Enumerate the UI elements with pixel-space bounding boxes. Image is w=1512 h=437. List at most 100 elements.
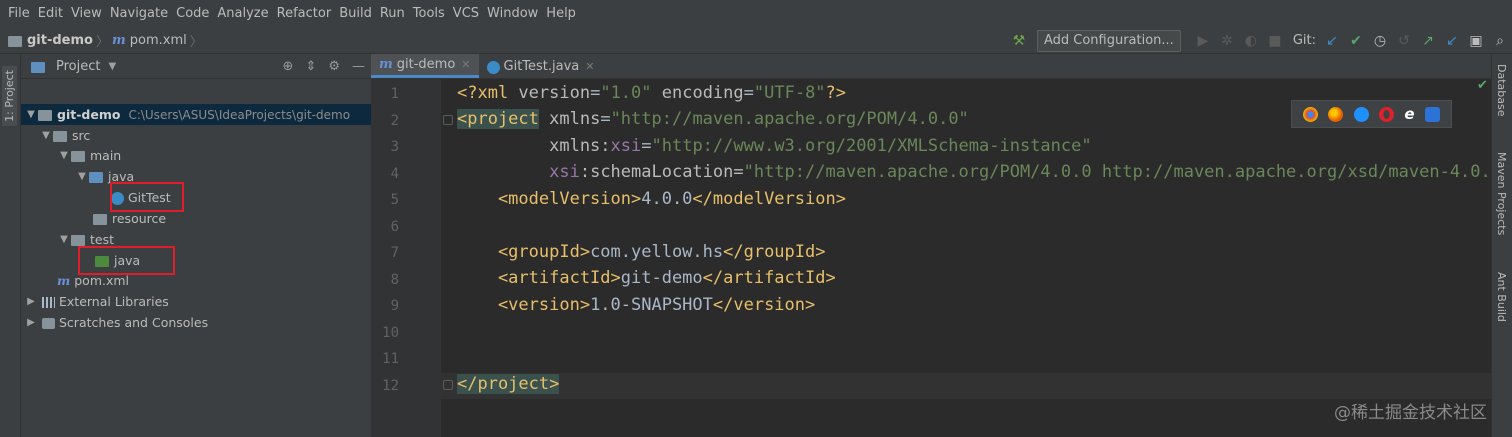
tree-label-pom: pom.xml	[74, 273, 130, 288]
run-icon[interactable]: ▶	[1192, 30, 1214, 52]
maven-icon: m	[112, 32, 126, 48]
tree-label-resource: resource	[112, 211, 167, 226]
safari-icon[interactable]	[1353, 106, 1369, 122]
expand-arrow-icon[interactable]: ▼	[75, 171, 89, 182]
git-pull-icon[interactable]: ↙	[1441, 30, 1463, 52]
line-number: 1	[390, 86, 399, 102]
debug-icon[interactable]: ✲	[1216, 30, 1238, 52]
internet-explorer-icon[interactable]: e	[1404, 105, 1414, 123]
expand-arrow-icon[interactable]: ▼	[39, 130, 53, 141]
code-editor[interactable]: 1 2 3 4 5 6 7 8 9 10 11 12 <?xml version…	[371, 79, 1491, 437]
editor-tab-bar: m git-demo ✕ GitTest.java ✕	[371, 54, 1491, 79]
tree-node-root[interactable]: ▼ git-demo C:\Users\ASUS\IdeaProjects\gi…	[21, 104, 371, 125]
menu-help[interactable]: Help	[542, 6, 580, 21]
code-line-9: <version>1.0-SNAPSHOT</version>	[457, 295, 816, 315]
add-configuration-button[interactable]: Add Configuration...	[1036, 29, 1181, 52]
menu-run[interactable]: Run	[376, 6, 409, 21]
tab-gittest-label: GitTest.java	[503, 58, 580, 74]
expand-arrow-icon[interactable]: ▶	[24, 296, 38, 307]
fold-marker-icon[interactable]	[443, 115, 453, 125]
caret-line-highlight	[441, 373, 1491, 399]
code-line-2: <project xmlns="http://maven.apache.org/…	[457, 109, 969, 129]
breadcrumb-separator-icon: 〉	[189, 34, 203, 50]
build-hammer-icon[interactable]: ⚒	[1008, 30, 1030, 52]
project-structure-icon[interactable]: ▣	[1465, 30, 1487, 52]
maven-icon: m	[57, 273, 71, 288]
expand-arrow-icon[interactable]: ▼	[57, 150, 71, 161]
project-view-selector[interactable]: Project	[56, 59, 100, 74]
collapse-all-icon[interactable]: ⇕	[305, 59, 316, 74]
database-tool-window-tab[interactable]: Database	[1495, 64, 1508, 117]
code-line-1: <?xml version="1.0" encoding="UTF-8"?>	[457, 83, 847, 103]
folder-icon	[93, 214, 107, 225]
gear-icon[interactable]: ⚙	[328, 59, 340, 74]
opera-icon[interactable]	[1379, 106, 1395, 122]
menu-refactor[interactable]: Refactor	[273, 6, 336, 21]
menu-edit[interactable]: Edit	[34, 6, 67, 21]
menu-file[interactable]: File	[4, 6, 34, 21]
tree-node-src[interactable]: ▼ src	[39, 125, 90, 146]
tree-node-main[interactable]: ▼ main	[57, 145, 121, 166]
code-line-3: xmlns:xsi="http://www.w3.org/2001/XMLSch…	[457, 136, 1092, 156]
menu-tools[interactable]: Tools	[409, 6, 449, 21]
expand-arrow-icon[interactable]: ▶	[24, 317, 38, 328]
tree-node-scratches[interactable]: ▶ Scratches and Consoles	[24, 312, 208, 333]
line-number: 3	[390, 139, 399, 155]
coverage-icon[interactable]: ◐	[1240, 30, 1262, 52]
menu-window[interactable]: Window	[483, 6, 542, 21]
git-label: Git:	[1292, 33, 1316, 48]
line-number: 10	[382, 325, 399, 341]
line-number: 7	[390, 245, 399, 261]
tree-node-external-libraries[interactable]: ▶ External Libraries	[24, 291, 169, 312]
breadcrumb-separator-icon: 〉	[95, 34, 109, 50]
expand-arrow-icon[interactable]: ▼	[57, 234, 71, 245]
git-push-icon[interactable]: ↗	[1417, 30, 1439, 52]
close-icon[interactable]: ✕	[585, 60, 594, 73]
git-history-icon[interactable]: ◷	[1369, 30, 1391, 52]
maven-projects-tool-window-tab[interactable]: Maven Projects	[1495, 152, 1508, 235]
chevron-down-icon[interactable]: ▼	[108, 61, 116, 72]
watermark: @稀土掘金技术社区	[1334, 403, 1487, 423]
line-number: 4	[390, 166, 399, 182]
search-icon[interactable]: ⌕	[1489, 30, 1511, 52]
tree-label-main: main	[90, 148, 122, 163]
fold-marker-icon[interactable]	[443, 380, 453, 390]
stop-icon[interactable]: ■	[1264, 30, 1286, 52]
folder-icon	[8, 35, 22, 47]
code-line-7: <groupId>com.yellow.hs</groupId>	[457, 242, 826, 262]
main-toolbar: ⚒ Add Configuration... ▶ ✲ ◐ ■ Git: ↙ ✔ …	[1007, 27, 1512, 54]
git-commit-icon[interactable]: ✔	[1345, 30, 1367, 52]
hide-icon[interactable]: —	[352, 59, 365, 74]
expand-arrow-icon[interactable]: ▼	[24, 109, 38, 120]
chrome-icon[interactable]	[1303, 106, 1319, 122]
menu-view[interactable]: View	[67, 6, 106, 21]
ant-build-tool-window-tab[interactable]: Ant Build	[1495, 272, 1508, 322]
git-update-icon[interactable]: ↙	[1321, 30, 1343, 52]
locate-icon[interactable]: ⊕	[283, 59, 294, 74]
tab-pom[interactable]: m git-demo ✕	[371, 54, 479, 78]
git-rollback-icon[interactable]: ↺	[1393, 30, 1415, 52]
menu-vcs[interactable]: VCS	[449, 6, 483, 21]
menu-code[interactable]: Code	[172, 6, 213, 21]
menu-navigate[interactable]: Navigate	[106, 6, 172, 21]
browser-launcher-popup: e	[1291, 100, 1452, 128]
menu-analyze[interactable]: Analyze	[213, 6, 272, 21]
tree-label-src: src	[72, 128, 91, 143]
project-tool-window-tab[interactable]: 1: Project	[2, 66, 17, 126]
project-panel: Project ▼ ⊕ ⇕ ⚙ — ▼ git-demo C:\Users\AS…	[21, 54, 371, 437]
breadcrumb-project[interactable]: git-demo	[27, 33, 93, 48]
left-tool-strip: 1: Project	[0, 54, 21, 437]
line-number-gutter: 1 2 3 4 5 6 7 8 9 10 11 12	[371, 79, 441, 437]
breadcrumb-file[interactable]: pom.xml	[130, 33, 187, 48]
edge-icon[interactable]	[1424, 106, 1440, 122]
line-number: 12	[382, 378, 399, 394]
tree-node-resource[interactable]: resource	[93, 208, 166, 229]
close-icon[interactable]: ✕	[461, 58, 470, 71]
line-number: 9	[390, 298, 399, 314]
firefox-icon[interactable]	[1328, 106, 1344, 122]
menu-build[interactable]: Build	[335, 6, 376, 21]
tab-gittest[interactable]: GitTest.java ✕	[479, 54, 603, 78]
line-number: 2	[390, 113, 399, 129]
tab-pom-label: git-demo	[396, 57, 456, 72]
tree-node-pom[interactable]: m pom.xml	[57, 270, 129, 291]
